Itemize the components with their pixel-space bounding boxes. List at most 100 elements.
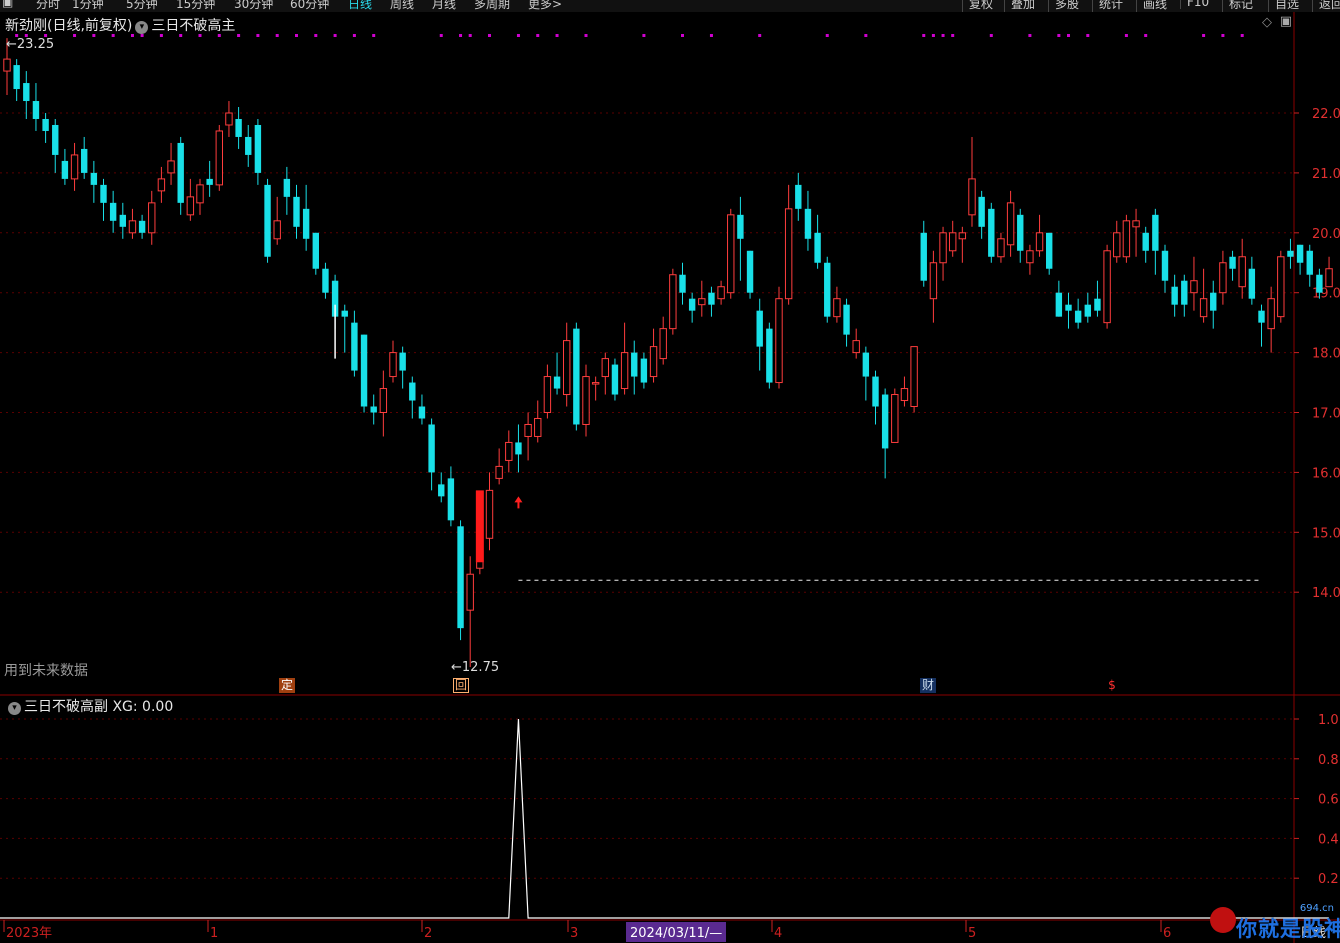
- hui-marker[interactable]: 回: [453, 678, 469, 693]
- candle-body: [1026, 250, 1034, 264]
- candle-body: [1094, 298, 1101, 311]
- diamond-icon[interactable]: ◇: [1262, 15, 1272, 30]
- candle-body: [447, 478, 455, 521]
- candle-body: [1258, 310, 1265, 323]
- indicator-tick-label: 0.4: [1318, 832, 1339, 847]
- price-tick-label: 17.0: [1312, 407, 1340, 422]
- xg-value: XG: 0.00: [112, 699, 174, 715]
- dollar-marker[interactable]: $: [1104, 678, 1120, 693]
- candle-body: [929, 262, 938, 300]
- cai-marker[interactable]: 财: [920, 678, 936, 693]
- candle-body: [920, 232, 927, 281]
- candle-body: [852, 340, 860, 354]
- candle-body: [1006, 202, 1015, 246]
- candle-body: [881, 394, 889, 449]
- candle-body: [264, 184, 271, 257]
- signal-dot: [468, 34, 472, 37]
- signal-dot: [1202, 34, 1206, 37]
- price-tick-label: 21.0: [1312, 167, 1340, 182]
- signal-dot: [864, 34, 868, 37]
- signal-dot: [314, 34, 318, 37]
- candle-body: [61, 160, 69, 179]
- watermark-text: 你就是股神: [1236, 917, 1340, 941]
- dropdown-icon[interactable]: ▾: [135, 21, 149, 34]
- candle-body: [119, 214, 126, 227]
- candle-body: [620, 352, 629, 390]
- candle-body: [177, 142, 184, 203]
- signal-dot: [941, 34, 945, 37]
- candle-body: [900, 388, 909, 402]
- time-tick-label: 6: [1163, 926, 1171, 941]
- signal-dot: [1028, 34, 1032, 37]
- signal-dot: [931, 34, 935, 37]
- candle-body: [1199, 298, 1208, 318]
- candle-body: [70, 154, 79, 180]
- candle-body: [245, 136, 252, 155]
- signal-dot: [536, 34, 540, 37]
- candle-body: [1248, 268, 1256, 299]
- high-price-label: ←23.25: [6, 37, 55, 52]
- candle-body: [649, 346, 658, 378]
- price-tick-label: 22.0: [1312, 107, 1340, 122]
- candle-body: [466, 573, 474, 611]
- signal-dot: [372, 34, 376, 37]
- candle-body: [862, 352, 870, 377]
- candle-body: [157, 178, 166, 192]
- candle-body: [833, 298, 841, 318]
- candle-body: [775, 298, 783, 384]
- candle-body: [727, 214, 735, 294]
- candle-body: [1084, 304, 1091, 317]
- candle-body: [186, 196, 195, 216]
- future-data-note: 用到未来数据: [4, 663, 88, 679]
- signal-dot: [825, 34, 829, 37]
- candle-body: [978, 196, 985, 227]
- signal-dot: [709, 34, 713, 37]
- time-tick-label: 5: [968, 926, 976, 941]
- candle-body: [3, 58, 11, 72]
- time-tick-label: 3: [570, 926, 578, 941]
- signal-dot: [1067, 34, 1070, 37]
- signal-dot: [275, 34, 279, 37]
- candle-body: [1190, 280, 1198, 294]
- candle-body: [1229, 256, 1236, 269]
- candle-body: [968, 178, 976, 216]
- candle-body: [81, 148, 88, 173]
- candle-body: [640, 358, 648, 383]
- kline-chart[interactable]: 22.021.020.019.018.017.016.015.014.01.00…: [0, 0, 1340, 943]
- candle-body: [814, 232, 821, 263]
- signal-dot: [439, 34, 443, 37]
- candle-body: [1171, 286, 1178, 305]
- indicator-tick-label: 0.8: [1318, 753, 1339, 768]
- signal-dot: [681, 34, 684, 37]
- indicator-title-bar: ▾ 三日不破高副 XG: 0.00: [5, 696, 173, 716]
- indicator-tick-label: 0.6: [1318, 793, 1339, 808]
- candle-body: [399, 352, 406, 371]
- low-price-label: ←12.75: [451, 660, 500, 675]
- indicator-name[interactable]: 三日不破高副: [24, 699, 108, 715]
- candle-body: [611, 364, 619, 395]
- signal-dot: [989, 34, 993, 37]
- candle-body: [495, 465, 503, 479]
- candle-body: [1306, 250, 1313, 275]
- signal-dot: [1240, 34, 1244, 37]
- watermark-site: 694.cn: [1299, 903, 1334, 914]
- candle-body: [196, 184, 204, 204]
- window-toggle-icon[interactable]: ▣: [1280, 14, 1292, 29]
- candle-body: [312, 232, 319, 269]
- candle-body: [148, 202, 156, 234]
- candle-body: [32, 101, 40, 119]
- candle-body: [52, 124, 59, 155]
- candle-body: [688, 298, 696, 311]
- main-indicator-name[interactable]: 三日不破高主: [151, 18, 235, 34]
- candle-body: [601, 358, 609, 378]
- candle-body: [1316, 274, 1323, 293]
- indicator-dropdown-icon[interactable]: ▾: [8, 702, 21, 715]
- candle-body: [341, 310, 348, 317]
- candle-body: [958, 232, 967, 240]
- candle-body: [370, 406, 377, 413]
- candle-body: [708, 292, 715, 305]
- candle-body: [1325, 268, 1333, 288]
- time-tick-label: 4: [774, 926, 782, 941]
- candle-body: [1113, 232, 1121, 258]
- ding-marker[interactable]: 定: [279, 678, 295, 693]
